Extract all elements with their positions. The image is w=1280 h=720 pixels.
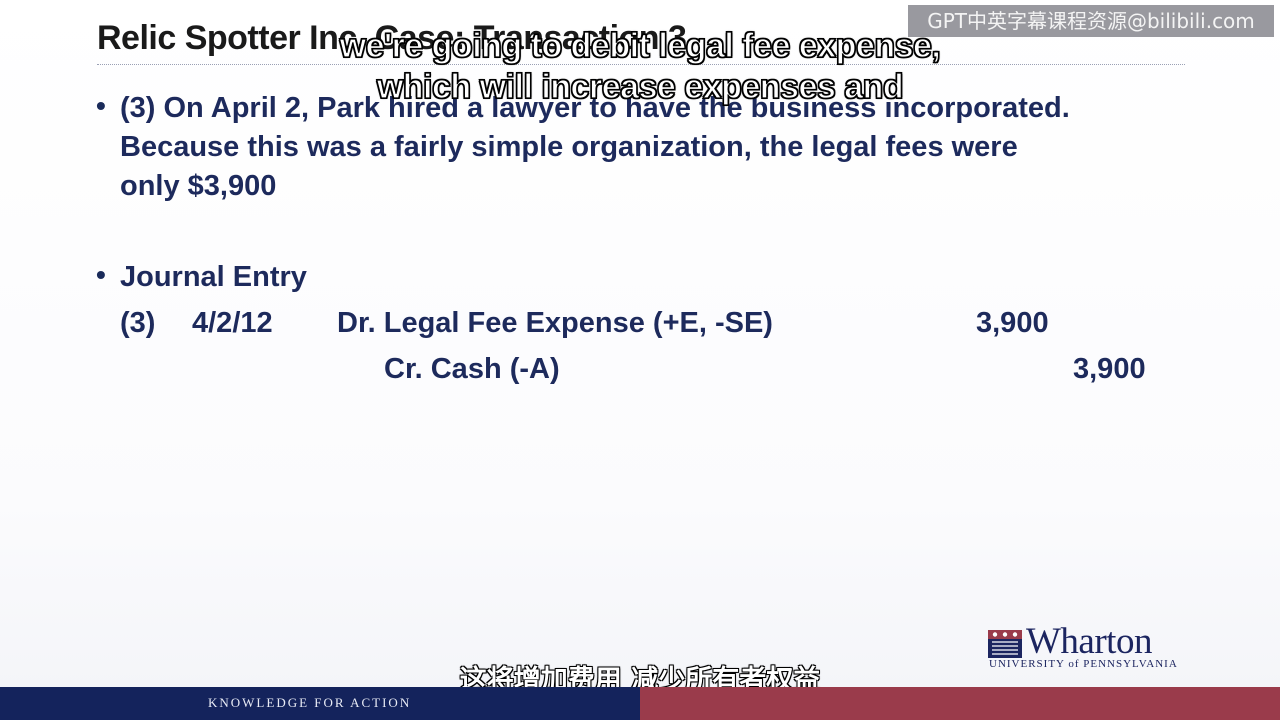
debit-account: Dr. Legal Fee Expense (+E, -SE) [337,307,773,339]
lecture-slide: Relic Spotter Inc. Case: Transaction 3 G… [0,0,1280,720]
credit-account: Cr. Cash (-A) [384,353,560,385]
logo-subtitle: UNIVERSITY of PENNSYLVANIA [989,658,1178,670]
debit-amount: 3,900 [976,307,1049,339]
logo-wordmark: Wharton [1026,621,1152,662]
wharton-logo: Wharton UNIVERSITY of PENNSYLVANIA [988,621,1193,674]
bullet-text-line: Because this was a fairly simple organiz… [120,131,1018,163]
footer-tagline: KNOWLEDGE FOR ACTION [208,695,412,710]
footer-bar-maroon [640,687,1280,720]
bullet-marker: • [96,259,106,290]
credit-amount: 3,900 [1073,353,1146,385]
bullet-heading-journal-entry: Journal Entry [120,261,307,293]
entry-date: 4/2/12 [192,307,273,339]
english-subtitle-line-1: we're going to debit legal fee expense, [339,26,941,65]
bullet-text-line: only $3,900 [120,170,277,202]
footer-bar-navy: KNOWLEDGE FOR ACTION [0,687,640,720]
english-subtitle-line-2: which will increase expenses and [376,67,904,106]
shield-icon [988,630,1022,658]
entry-number: (3) [120,307,156,339]
